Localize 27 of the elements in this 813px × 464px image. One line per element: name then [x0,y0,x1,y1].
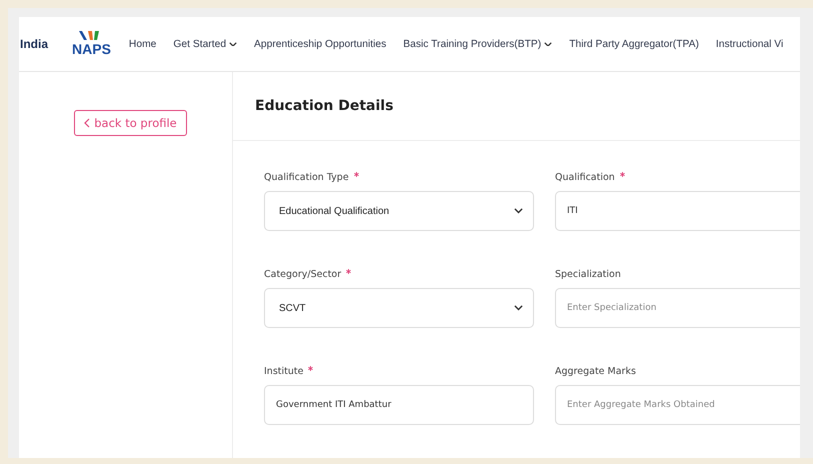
nav-link[interactable]: Get Started [173,38,238,50]
chevron-down-icon [514,208,523,214]
caret-icon [544,42,552,46]
nav-link[interactable]: Apprenticeship Opportunities [254,38,386,50]
field-label: Institute [264,366,304,377]
select-field[interactable]: Educational Qualification [264,191,534,231]
chevron-left-icon [84,118,90,128]
logo-text: India [20,37,48,51]
select-field[interactable]: SCVT [264,288,534,328]
field-label: Aggregate Marks [555,366,636,377]
input-field[interactable]: ITI [555,191,800,231]
input-field[interactable]: Government ITI Ambattur [264,385,534,425]
nav-link[interactable]: Third Party Aggregator(TPA) [569,38,699,50]
nav-link[interactable]: Basic Training Providers(BTP) [403,38,552,50]
nav-link[interactable]: Instructional Vi [716,38,784,50]
input-field[interactable]: Enter Aggregate Marks Obtained [555,385,800,425]
field-label: Qualification Type [264,172,349,183]
field-label: Qualification [555,172,615,183]
back-button[interactable]: back to profile [74,110,187,136]
nav-link[interactable]: Home [128,38,156,50]
chevron-down-icon [514,305,523,311]
input-field[interactable]: Enter Specialization [555,288,800,328]
caret-icon [229,42,238,46]
field-label: Category/Sector [264,269,342,280]
section-title: Education Details [233,72,800,141]
logo-text: NAPS [72,41,111,57]
field-label: Specialization [555,269,621,280]
